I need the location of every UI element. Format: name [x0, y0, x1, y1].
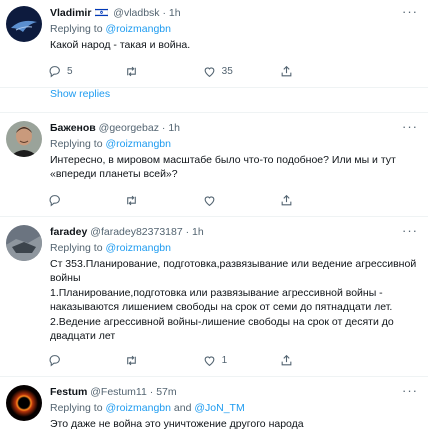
- tweet[interactable]: ··· Баженов @georgebaz · 1h Replying to …: [0, 113, 428, 217]
- tweet-actions: 1: [48, 354, 320, 376]
- tweet-text: Интересно, в мировом масштабе было что-т…: [50, 153, 396, 181]
- reply-button[interactable]: [48, 354, 88, 367]
- reply-icon: [49, 65, 60, 78]
- mention-link[interactable]: @roizmangbn: [105, 242, 171, 254]
- avatar[interactable]: [6, 120, 42, 157]
- avatar-image: [6, 224, 42, 261]
- tweet-header: Festum @Festum11 · 57m: [50, 385, 418, 399]
- timestamp[interactable]: 1h: [168, 122, 180, 134]
- avatar-image: [6, 6, 42, 42]
- separator-dot: ·: [149, 385, 154, 398]
- mention-link[interactable]: @JoN_TM: [194, 402, 244, 414]
- mention-link[interactable]: @roizmangbn: [105, 138, 171, 150]
- avatar[interactable]: [6, 6, 42, 42]
- author-name[interactable]: Баженов: [50, 122, 96, 134]
- author-name[interactable]: faradey: [50, 226, 87, 238]
- separator-dot: ·: [162, 7, 166, 19]
- author-handle[interactable]: @faradey82373187: [90, 226, 182, 238]
- tweet-text-line: 1.Планирование,подготовка или развязыван…: [50, 286, 393, 314]
- replying-to-label: Replying to: [50, 401, 103, 414]
- like-button[interactable]: [203, 194, 243, 207]
- replying-to-label: Replying to: [50, 137, 103, 150]
- more-options-icon[interactable]: ···: [402, 223, 418, 238]
- avatar-image: [6, 384, 42, 421]
- tweet-header: Vladimir @vladbsk · 1h: [50, 6, 418, 20]
- share-icon: [281, 65, 292, 76]
- more-options-icon[interactable]: ···: [402, 119, 418, 134]
- like-count: 1: [221, 354, 228, 366]
- reply-icon: [49, 194, 60, 207]
- timestamp[interactable]: 1h: [192, 226, 204, 238]
- like-count: 35: [221, 65, 233, 77]
- reply-count: 5: [67, 65, 73, 77]
- share-icon: [281, 354, 292, 365]
- tweet[interactable]: ··· faradey @faradey82373187 · 1h Replyi…: [0, 217, 428, 377]
- avatar[interactable]: [6, 224, 42, 261]
- heart-icon: [204, 66, 215, 77]
- tweet-text: Это даже не война это уничтожение другог…: [50, 417, 304, 430]
- author-handle[interactable]: @Festum11: [90, 386, 147, 398]
- share-button[interactable]: [280, 194, 320, 207]
- reply-button[interactable]: 5: [48, 65, 88, 78]
- separator-dot: ·: [161, 121, 166, 134]
- like-button[interactable]: 1: [203, 354, 243, 367]
- timestamp[interactable]: 1h: [169, 7, 181, 19]
- author-handle[interactable]: @vladbsk: [113, 7, 159, 19]
- tweet-text: Какой народ - такая и война.: [50, 39, 191, 51]
- heart-icon: [204, 355, 215, 366]
- reply-button[interactable]: [48, 194, 88, 207]
- tweet-text: Ст 353.Планирование, подготовка,развязыв…: [50, 257, 418, 344]
- retweet-button[interactable]: [125, 354, 165, 367]
- replying-to: Replying to @roizmangbn and @JoN_TM: [50, 401, 418, 415]
- replying-to-label: Replying to: [50, 23, 103, 35]
- replying-to-label: Replying to: [50, 241, 103, 254]
- tweet[interactable]: ··· Vladimir @vladbsk · 1h Replying to @…: [0, 0, 428, 88]
- retweet-icon: [127, 66, 137, 76]
- heart-icon: [204, 195, 215, 206]
- and-label: and: [173, 401, 192, 414]
- like-button[interactable]: 35: [203, 65, 243, 78]
- more-options-icon[interactable]: ···: [402, 383, 418, 398]
- retweet-button[interactable]: [125, 194, 165, 207]
- replying-to: Replying to @roizmangbn: [50, 241, 418, 255]
- replying-to: Replying to @roizmangbn: [50, 137, 418, 151]
- share-icon: [281, 194, 292, 205]
- reply-icon: [49, 354, 60, 367]
- tweet-header: Баженов @georgebaz · 1h: [50, 121, 418, 135]
- tweet-text-line: Ст 353.Планирование, подготовка,развязыв…: [50, 257, 417, 285]
- retweet-icon: [127, 355, 137, 365]
- replying-to: Replying to @roizmangbn: [50, 22, 418, 36]
- tweet-actions: 5 35: [48, 65, 320, 87]
- tweet[interactable]: ··· Festum @Festum11 · 57m Replying to @…: [0, 377, 428, 432]
- separator-dot: ·: [185, 225, 190, 238]
- retweet-icon: [127, 195, 137, 205]
- avatar[interactable]: [6, 384, 42, 421]
- tweet-actions: [48, 194, 320, 216]
- mention-link[interactable]: @roizmangbn: [105, 23, 171, 35]
- author-name[interactable]: Vladimir: [50, 7, 91, 19]
- author-name[interactable]: Festum: [50, 386, 87, 398]
- show-replies-link[interactable]: Show replies: [0, 88, 428, 113]
- retweet-button[interactable]: [125, 65, 165, 78]
- avatar-image: [6, 120, 42, 157]
- timestamp[interactable]: 57m: [156, 386, 176, 398]
- tweet-header: faradey @faradey82373187 · 1h: [50, 225, 418, 239]
- share-button[interactable]: [280, 65, 320, 78]
- share-button[interactable]: [280, 354, 320, 367]
- more-options-icon[interactable]: ···: [402, 4, 418, 19]
- mention-link[interactable]: @roizmangbn: [105, 402, 171, 414]
- author-handle[interactable]: @georgebaz: [99, 122, 159, 134]
- israel-flag-icon: [95, 7, 109, 18]
- tweet-text-line: 2.Ведение агрессивной войны-лишение своб…: [50, 315, 394, 343]
